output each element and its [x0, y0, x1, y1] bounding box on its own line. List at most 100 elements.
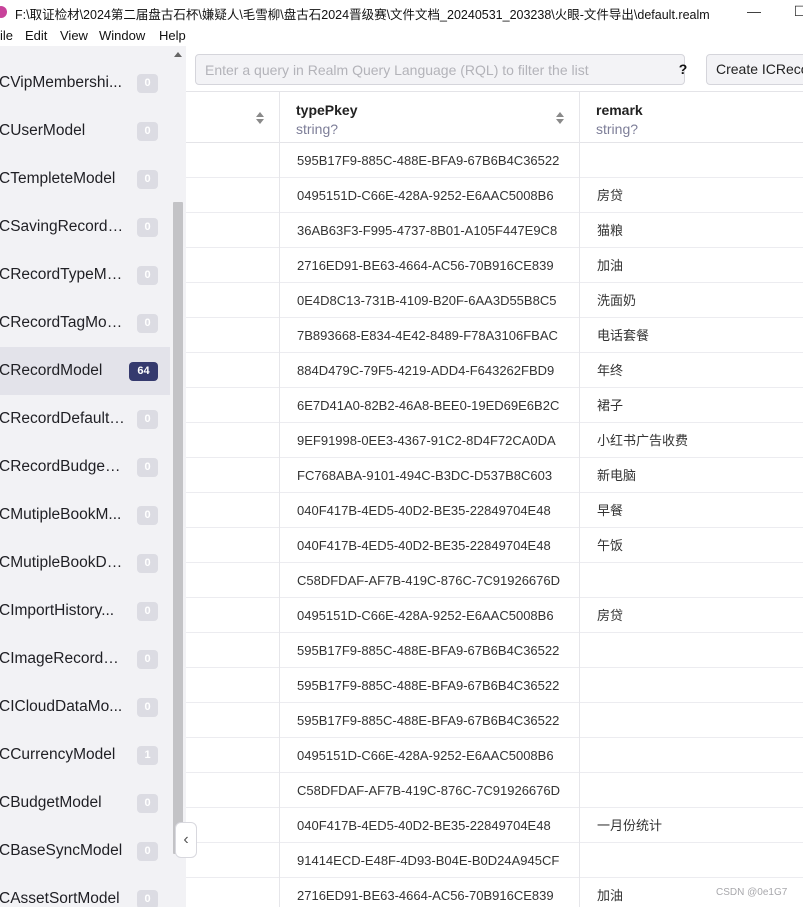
remark-cell[interactable]	[597, 633, 797, 668]
menu-file[interactable]: ile	[0, 28, 13, 43]
typepkey-cell[interactable]: 91414ECD-E48F-4D93-B04E-B0D24A945CF	[297, 843, 563, 878]
scroll-up-arrow-icon[interactable]	[174, 52, 182, 57]
typepkey-cell[interactable]: 595B17F9-885C-488E-BFA9-67B6B4C36522	[297, 633, 563, 668]
query-bar: ? Create ICRecordModel	[186, 46, 803, 92]
remark-cell[interactable]: 小红书广告收费	[597, 423, 797, 458]
remark-cell[interactable]: 洗面奶	[597, 283, 797, 318]
column-header-typepkey[interactable]: typePkey string?	[280, 92, 580, 143]
query-help-button[interactable]: ?	[670, 54, 696, 85]
typepkey-cell[interactable]: 2716ED91-BE63-4664-AC56-70B916CE839	[297, 878, 563, 907]
typepkey-cell[interactable]: 595B17F9-885C-488E-BFA9-67B6B4C36522	[297, 703, 563, 738]
remark-cell[interactable]	[597, 773, 797, 808]
sidebar-item-cmutiplebookm[interactable]: CMutipleBookM... 0	[0, 491, 170, 539]
sidebar-item-cbasesyncmodel[interactable]: CBaseSyncModel 0	[0, 827, 170, 875]
typepkey-cell[interactable]: 0495151D-C66E-428A-9252-E6AAC5008B6	[297, 598, 563, 633]
sidebar-item-cbudgetmodel[interactable]: CBudgetModel 0	[0, 779, 170, 827]
remark-cell[interactable]: 房贷	[597, 598, 797, 633]
typepkey-cell[interactable]: C58DFDAF-AF7B-419C-876C-7C91926676D	[297, 563, 563, 598]
typepkey-cell[interactable]: 040F417B-4ED5-40D2-BE35-22849704E48	[297, 808, 563, 843]
typepkey-cell[interactable]: 0495151D-C66E-428A-9252-E6AAC5008B6	[297, 178, 563, 213]
typepkey-cell[interactable]: 0495151D-C66E-428A-9252-E6AAC5008B6	[297, 738, 563, 773]
typepkey-cell[interactable]: 040F417B-4ED5-40D2-BE35-22849704E48	[297, 493, 563, 528]
menu-edit[interactable]: Edit	[25, 28, 47, 43]
sidebar-item-crecordtagmodel[interactable]: CRecordTagModel 0	[0, 299, 170, 347]
sidebar-item-cvipmembershi[interactable]: CVipMembershi... 0	[0, 59, 170, 107]
remark-cell[interactable]: 早餐	[597, 493, 797, 528]
count-badge: 0	[137, 697, 158, 717]
sidebar-item-crecorddefaultb[interactable]: CRecordDefaultB... 0	[0, 395, 170, 443]
sidebar-item-label: CRecordModel	[0, 362, 103, 379]
typepkey-cell[interactable]: 595B17F9-885C-488E-BFA9-67B6B4C36522	[297, 143, 563, 178]
count-badge: 0	[137, 313, 158, 333]
sidebar-item-label: CRecordTypeMo...	[0, 266, 127, 283]
sidebar-item-crecordbudgem[interactable]: CRecordBudgeM... 0	[0, 443, 170, 491]
remark-cell[interactable]: 年终	[597, 353, 797, 388]
count-badge: 64	[129, 361, 158, 381]
remark-cell[interactable]: 电话套餐	[597, 318, 797, 353]
sidebar-item-label: CImportHistory...	[0, 602, 115, 619]
minimize-button[interactable]: —	[731, 0, 777, 24]
sidebar-item-ciclouddatamo[interactable]: CICloudDataMo... 0	[0, 683, 170, 731]
sidebar-item-ctempletemodel[interactable]: CTempleteModel 0	[0, 155, 170, 203]
sidebar-item-label: CBudgetModel	[0, 794, 102, 811]
sidebar-item-csavingrecordm[interactable]: CSavingRecordM... 0	[0, 203, 170, 251]
sidebar-item-label: CImageRecordM...	[0, 650, 127, 667]
sidebar-item-cimporthistory[interactable]: CImportHistory... 0	[0, 587, 170, 635]
sidebar-item-cassetsortmodel[interactable]: CAssetSortModel 0	[0, 875, 170, 907]
column-header-prev[interactable]	[186, 92, 280, 143]
remark-cell[interactable]	[597, 738, 797, 773]
typepkey-cell[interactable]: 9EF91998-0EE3-4367-91C2-8D4F72CA0DA	[297, 423, 563, 458]
remark-cell[interactable]	[597, 143, 797, 178]
remark-cell[interactable]	[597, 563, 797, 598]
sort-icon[interactable]	[556, 112, 564, 124]
typepkey-cell[interactable]: 595B17F9-885C-488E-BFA9-67B6B4C36522	[297, 668, 563, 703]
column-divider	[579, 92, 580, 907]
sidebar-item-cimagerecordm[interactable]: CImageRecordM... 0	[0, 635, 170, 683]
maximize-button[interactable]: ☐	[777, 0, 803, 24]
sidebar-item-label: CRecordTagModel	[0, 314, 127, 331]
remark-cell[interactable]: 新电脑	[597, 458, 797, 493]
watermark: CSDN @0e1G7	[716, 887, 788, 898]
collapse-sidebar-button[interactable]: ‹	[175, 822, 197, 858]
typepkey-cell[interactable]: 884D479C-79F5-4219-ADD4-F643262FBD9	[297, 353, 563, 388]
remark-cell[interactable]: 一月份统计	[597, 808, 797, 843]
column-type: string?	[296, 121, 339, 137]
sidebar-item-label: CUserModel	[0, 122, 86, 139]
typepkey-cell[interactable]: 2716ED91-BE63-4664-AC56-70B916CE839	[297, 248, 563, 283]
remark-cell[interactable]: 加油	[597, 248, 797, 283]
menu-window[interactable]: Window	[99, 28, 145, 43]
menu-help[interactable]: Help	[159, 28, 186, 43]
sidebar-item-ccurrencymodel[interactable]: CCurrencyModel 1	[0, 731, 170, 779]
typepkey-cell[interactable]: C58DFDAF-AF7B-419C-876C-7C91926676D	[297, 773, 563, 808]
remark-cell[interactable]	[597, 703, 797, 738]
remark-cell[interactable]	[597, 668, 797, 703]
typepkey-cell[interactable]: 040F417B-4ED5-40D2-BE35-22849704E48	[297, 528, 563, 563]
typepkey-cell[interactable]: 7B893668-E834-4E42-8489-F78A3106FBAC	[297, 318, 563, 353]
column-header-remark[interactable]: remark string?	[580, 92, 803, 143]
remark-cell[interactable]: 裙子	[597, 388, 797, 423]
menu-view[interactable]: View	[60, 28, 88, 43]
typepkey-cell[interactable]: 6E7D41A0-82B2-46A8-BEE0-19ED69E6B2C	[297, 388, 563, 423]
count-badge: 0	[137, 73, 158, 93]
sidebar-item-crecordtypemo[interactable]: CRecordTypeMo... 0	[0, 251, 170, 299]
typepkey-cell[interactable]: 36AB63F3-F995-4737-8B01-A105F447E9C8	[297, 213, 563, 248]
remark-cell[interactable]: 房贷	[597, 178, 797, 213]
create-object-button[interactable]: Create ICRecordModel	[706, 54, 803, 85]
remark-cell[interactable]: 猫粮	[597, 213, 797, 248]
remark-cell[interactable]	[597, 843, 797, 878]
typepkey-cell[interactable]: FC768ABA-9101-494C-B3DC-D537B8C603	[297, 458, 563, 493]
count-badge: 0	[137, 553, 158, 573]
sidebar-item-crecordmodel[interactable]: CRecordModel 64	[0, 347, 170, 395]
sidebar-item-cmutiplebookde[interactable]: CMutipleBookDe... 0	[0, 539, 170, 587]
sidebar-item-label: CVipMembershi...	[0, 74, 122, 91]
rql-query-input[interactable]	[196, 55, 672, 84]
count-badge: 0	[137, 841, 158, 861]
sidebar-item-label: CSavingRecordM...	[0, 218, 127, 235]
remark-cell[interactable]: 午饭	[597, 528, 797, 563]
count-badge: 0	[137, 169, 158, 189]
sidebar-item-cusermodel[interactable]: CUserModel 0	[0, 107, 170, 155]
sidebar-item-label: CBaseSyncModel	[0, 842, 123, 859]
sidebar-scroll-thumb[interactable]	[173, 202, 183, 854]
typepkey-cell[interactable]: 0E4D8C13-731B-4109-B20F-6AA3D55B8C5	[297, 283, 563, 318]
sort-icon[interactable]	[256, 112, 264, 124]
